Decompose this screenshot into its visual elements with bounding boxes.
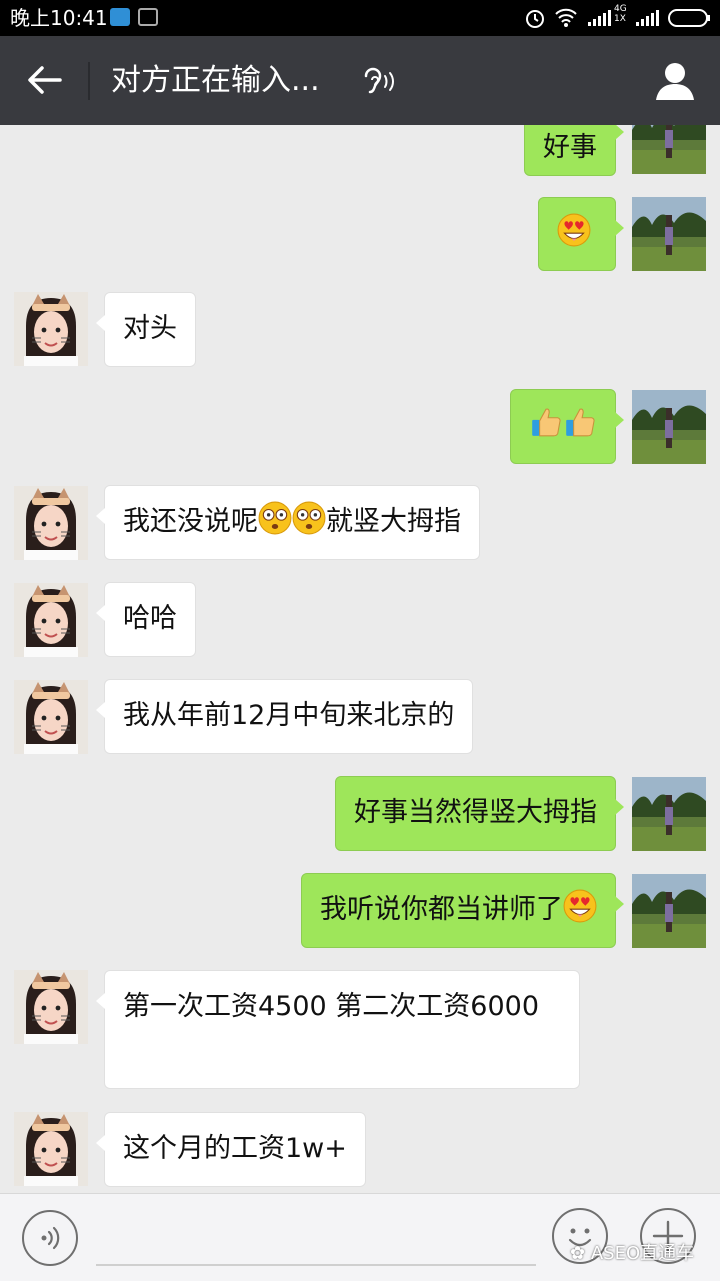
back-arrow-icon[interactable] bbox=[24, 60, 64, 100]
sent-message[interactable]: 好事当然得竖大拇指 bbox=[335, 776, 624, 851]
voice-button[interactable] bbox=[22, 1210, 78, 1266]
my-avatar[interactable] bbox=[632, 390, 706, 464]
shocked-emoji-icon bbox=[258, 501, 292, 535]
chat-title: 对方正在输入... bbox=[111, 63, 320, 98]
signal-icon bbox=[588, 10, 611, 26]
signal-icon bbox=[636, 10, 659, 26]
network-type: 4G 1X bbox=[614, 4, 627, 24]
my-avatar[interactable] bbox=[632, 777, 706, 851]
sent-message[interactable] bbox=[538, 197, 624, 271]
shocked-emoji-icon bbox=[292, 501, 326, 535]
sent-message[interactable]: 我听说你都当讲师了 bbox=[301, 873, 624, 948]
message-text: 哈哈 bbox=[123, 603, 177, 634]
message-text: 我听说你都当讲师了 bbox=[320, 894, 563, 925]
input-bar bbox=[0, 1193, 720, 1281]
voice-icon bbox=[41, 1226, 60, 1250]
received-message[interactable]: 这个月的工资1w+ bbox=[96, 1112, 366, 1187]
contact-avatar[interactable] bbox=[14, 680, 88, 754]
earpiece-icon bbox=[364, 67, 394, 94]
message-text: 对头 bbox=[123, 313, 177, 344]
watermark: ✿ ASEO直通车 bbox=[570, 1239, 694, 1265]
battery-icon bbox=[668, 9, 710, 27]
heart-eyes-emoji-icon bbox=[557, 213, 591, 247]
message-text: 就竖大拇指 bbox=[326, 506, 461, 537]
received-message[interactable]: 哈哈 bbox=[96, 582, 196, 657]
message-text: 好事 bbox=[543, 132, 597, 163]
received-message[interactable]: 对头 bbox=[96, 292, 196, 367]
status-time: 晚上10:41 bbox=[10, 6, 108, 30]
message-text: 我从年前12月中旬来北京的 bbox=[123, 700, 455, 731]
chat-header: 对方正在输入... bbox=[0, 36, 720, 125]
contact-avatar[interactable] bbox=[14, 583, 88, 657]
notification-app-icon bbox=[138, 8, 158, 26]
alarm-icon bbox=[526, 10, 544, 28]
received-message[interactable]: 我还没说呢 就竖大拇指 bbox=[96, 485, 480, 560]
my-avatar[interactable] bbox=[632, 874, 706, 948]
message-text: 我还没说呢 bbox=[123, 506, 258, 537]
message-input[interactable] bbox=[96, 1264, 536, 1266]
message-text: 这个月的工资1w+ bbox=[123, 1133, 347, 1164]
header-divider bbox=[88, 62, 90, 100]
my-avatar[interactable] bbox=[632, 125, 706, 174]
thumbs-up-emoji-icon bbox=[531, 408, 561, 437]
notification-app-icon bbox=[110, 8, 130, 26]
heart-eyes-emoji-icon bbox=[563, 889, 597, 923]
profile-icon[interactable] bbox=[652, 58, 698, 104]
wifi-icon bbox=[555, 8, 577, 27]
my-avatar[interactable] bbox=[632, 197, 706, 271]
contact-avatar[interactable] bbox=[14, 292, 88, 366]
received-message[interactable]: 我从年前12月中旬来北京的 bbox=[95, 679, 474, 754]
status-bar: 晚上10:41 4G 1X bbox=[0, 0, 720, 36]
contact-avatar[interactable] bbox=[14, 970, 88, 1044]
watermark-text: ASEO直通车 bbox=[590, 1243, 695, 1264]
message-text: 第一次工资4500 第二次工资6000 bbox=[123, 991, 540, 1022]
wechat-logo-icon: ✿ bbox=[570, 1243, 586, 1264]
contact-avatar[interactable] bbox=[14, 1112, 88, 1186]
message-list: 好事 对头 我还没说呢 就竖大拇指 哈哈 我从年前12月中旬来北京的 好事当然得竖… bbox=[0, 125, 720, 1193]
sent-message[interactable]: 好事 bbox=[524, 125, 624, 176]
sent-message[interactable] bbox=[510, 389, 624, 464]
received-message[interactable]: 第一次工资4500 第二次工资6000 bbox=[96, 970, 580, 1089]
message-text: 好事当然得竖大拇指 bbox=[354, 797, 597, 828]
contact-avatar[interactable] bbox=[14, 486, 88, 560]
thumbs-up-emoji-icon bbox=[565, 408, 595, 437]
